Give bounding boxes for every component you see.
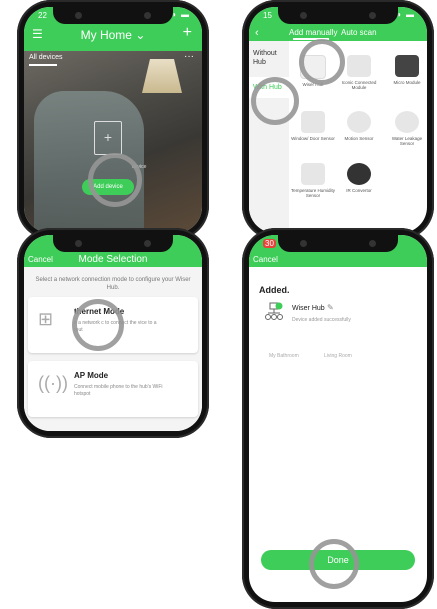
instruction-text: Select a network connection mode to conf… — [35, 277, 191, 291]
highlight-circle — [72, 299, 124, 351]
page-title[interactable]: My Home ⌄ — [24, 28, 202, 42]
highlight-circle — [309, 539, 359, 589]
back-icon[interactable]: ‹ — [255, 27, 259, 39]
hub-network-icon — [265, 302, 283, 320]
network-icon: ⊞ — [38, 309, 54, 329]
empty-document-icon: + — [94, 121, 122, 155]
tab-auto-scan[interactable]: Auto scan — [341, 28, 377, 37]
phone-add-device: 15 ▮ ◗ ▬ ‹ Add manually Auto scan Withou… — [242, 0, 434, 240]
notch — [278, 7, 398, 24]
status-time: 30 — [263, 239, 276, 248]
category-list: Without Hub With Hub — [249, 41, 289, 233]
hub-status: Device added successfully — [292, 317, 351, 323]
added-heading: Added. — [259, 285, 290, 295]
room-option[interactable]: My Bathroom — [269, 353, 299, 359]
lamp-image — [142, 59, 182, 93]
phone-mode-selection: Cancel Mode Selection Select a network c… — [17, 228, 209, 438]
mode-title: AP Mode — [74, 371, 109, 380]
device-ir-convertor[interactable]: IR Convertor — [337, 163, 381, 193]
device-temperature-sensor[interactable]: Temperature Humidity Sensor — [291, 163, 335, 198]
room-option[interactable]: Living Room — [324, 353, 352, 359]
edit-icon[interactable]: ✎ — [327, 303, 334, 312]
door-sensor-icon — [301, 111, 325, 133]
device-micro-module[interactable]: Micro Module — [385, 55, 427, 85]
more-icon[interactable]: ··· — [184, 51, 194, 62]
mode-description: Connect mobile phone to the hub's WiFi h… — [74, 384, 163, 397]
phone-my-home: 22 ▮ ◗ ▬ ☰ My Home ⌄ + All devices ··· +… — [17, 0, 209, 240]
phone-screen: 22 ▮ ◗ ▬ ☰ My Home ⌄ + All devices ··· +… — [24, 7, 202, 233]
add-icon[interactable]: + — [183, 24, 192, 42]
mode-body: Select a network connection mode to conf… — [24, 267, 202, 431]
hub-name: Wiser Hub — [292, 305, 325, 312]
device-water-leakage-sensor[interactable]: Water Leakage Sensor — [385, 111, 427, 146]
ir-convertor-icon — [347, 163, 371, 185]
highlight-circle — [251, 77, 299, 125]
antenna-icon: ((·)) — [38, 373, 68, 393]
device-motion-sensor[interactable]: Motion Sensor — [337, 111, 381, 141]
highlight-circle — [88, 153, 142, 207]
device-door-sensor[interactable]: Window/ Door Sensor — [291, 111, 335, 141]
phone-screen: 15 ▮ ◗ ▬ ‹ Add manually Auto scan Withou… — [249, 7, 427, 233]
chevron-down-icon: ⌄ — [135, 28, 146, 42]
notch — [278, 235, 398, 252]
temperature-sensor-icon — [301, 163, 325, 185]
phone-screen: 30 Cancel Added. Wiser Hub ✎ Device adde… — [249, 235, 427, 602]
module-icon — [347, 55, 371, 77]
tab-all-devices[interactable]: All devices — [29, 54, 62, 61]
tab-underline — [29, 64, 57, 66]
tab-add-manually[interactable]: Add manually — [289, 28, 337, 37]
category-without-hub[interactable]: Without Hub — [249, 41, 289, 67]
phone-added: 30 Cancel Added. Wiser Hub ✎ Device adde… — [242, 228, 434, 609]
ap-mode-card[interactable]: ((·)) AP Mode Connect mobile phone to th… — [28, 361, 198, 417]
status-time: 22 — [38, 11, 47, 20]
water-sensor-icon — [395, 111, 419, 133]
status-time: 15 — [263, 11, 272, 20]
highlight-circle — [299, 39, 345, 85]
page-title: Mode Selection — [78, 254, 148, 265]
notch — [53, 235, 173, 252]
phone-screen: Cancel Mode Selection Select a network c… — [24, 235, 202, 431]
notch — [53, 7, 173, 24]
cancel-button[interactable]: Cancel — [253, 255, 278, 264]
motion-sensor-icon — [347, 111, 371, 133]
micro-module-icon — [395, 55, 419, 77]
